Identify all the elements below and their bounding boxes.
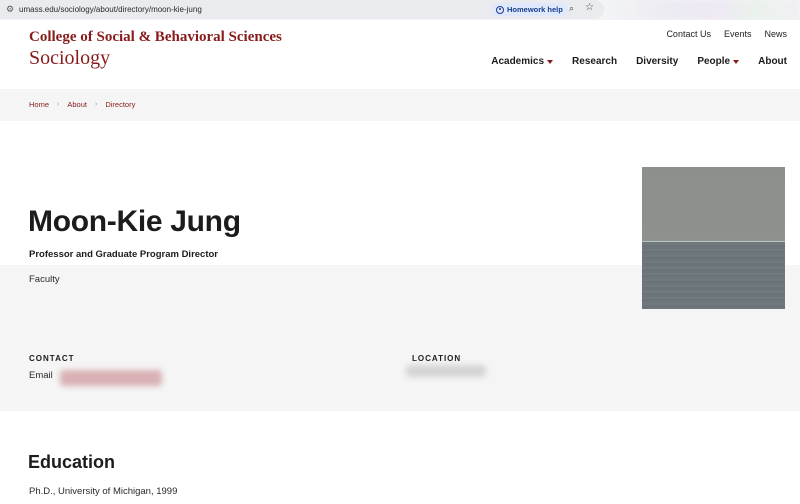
profile-photo — [642, 167, 785, 309]
homework-help-button[interactable]: Homework help — [492, 3, 568, 16]
education-heading: Education — [28, 452, 116, 472]
nav-people[interactable]: People — [697, 56, 740, 67]
site-header: College of Social & Behavioral Sciences … — [0, 20, 800, 89]
browser-toolbar: ⚙ umass.edu/sociology/about/directory/mo… — [0, 0, 800, 20]
person-title: Professor and Graduate Program Director — [29, 249, 218, 260]
nav-diversity-label: Diversity — [636, 56, 679, 67]
nav-about-label: About — [758, 56, 787, 67]
bookmark-star-icon[interactable]: ☆ — [585, 2, 594, 13]
url-text[interactable]: umass.edu/sociology/about/directory/moon… — [19, 5, 202, 14]
college-name-link[interactable]: College of Social & Behavioral Sciences — [29, 29, 282, 46]
department-name-link[interactable]: Sociology — [29, 47, 110, 70]
photo-sky — [642, 167, 785, 241]
utility-nav: Contact Us Events News — [666, 29, 787, 39]
breadcrumb: Home › About › Directory — [29, 100, 135, 109]
zoom-icon[interactable]: ⌕ — [569, 3, 574, 14]
nav-events[interactable]: Events — [724, 29, 752, 39]
nav-academics[interactable]: Academics — [491, 56, 554, 67]
chevron-right-icon: › — [57, 101, 60, 108]
location-value-redacted — [406, 365, 486, 377]
nav-about[interactable]: About — [758, 56, 787, 67]
lens-icon — [496, 5, 504, 14]
nav-news[interactable]: News — [764, 29, 787, 39]
email-link-redacted[interactable] — [60, 370, 162, 386]
site-settings-icon[interactable]: ⚙ — [1, 4, 19, 15]
breadcrumb-directory[interactable]: Directory — [105, 100, 135, 109]
email-label: Email — [29, 370, 53, 381]
main-nav: Academics Research Diversity People Abou… — [491, 56, 787, 67]
breadcrumb-about[interactable]: About — [67, 100, 87, 109]
contact-heading: CONTACT — [29, 354, 75, 363]
homework-help-label: Homework help — [507, 5, 563, 14]
nav-diversity[interactable]: Diversity — [636, 56, 678, 67]
photo-sea — [642, 242, 785, 309]
caret-down-icon — [547, 59, 554, 64]
education-item: Ph.D., University of Michigan, 1999 — [29, 486, 178, 497]
caret-down-icon — [733, 59, 740, 64]
nav-contact-us[interactable]: Contact Us — [666, 29, 711, 39]
nav-research-label: Research — [572, 56, 618, 67]
nav-people-label: People — [697, 56, 731, 67]
nav-research[interactable]: Research — [572, 56, 617, 67]
chevron-right-icon: › — [94, 101, 98, 108]
person-name: Moon-Kie Jung — [28, 205, 241, 238]
location-heading: LOCATION — [412, 354, 462, 363]
breadcrumb-bar: Home › About › Directory — [0, 89, 800, 121]
person-type: Faculty — [29, 274, 60, 285]
nav-academics-label: Academics — [491, 56, 545, 67]
breadcrumb-home[interactable]: Home — [29, 100, 49, 109]
extensions-area — [612, 0, 800, 20]
